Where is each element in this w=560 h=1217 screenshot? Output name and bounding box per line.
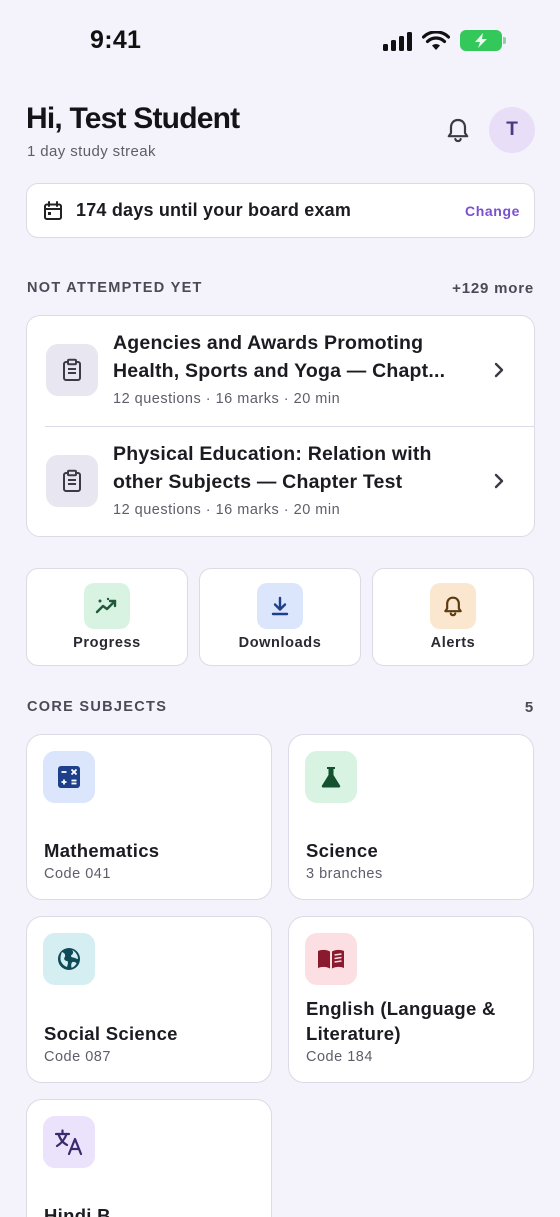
progress-label: Progress <box>73 635 141 651</box>
cellular-signal-icon <box>383 31 412 51</box>
subject-subtitle: 3 branches <box>306 866 383 882</box>
status-icons <box>383 30 506 51</box>
not-attempted-section-title: NOT ATTEMPTED YET <box>27 280 203 296</box>
wifi-icon <box>422 30 450 50</box>
clipboard-icon <box>46 455 98 507</box>
change-exam-date-link[interactable]: Change <box>465 203 520 219</box>
subject-name: Science <box>306 840 379 861</box>
downloads-label: Downloads <box>238 635 322 651</box>
chevron-right-icon <box>494 473 504 489</box>
test-title: Agencies and Awards Promoting Health, Sp… <box>113 332 446 382</box>
subject-card-social-science[interactable]: Social Science Code 087 <box>26 916 272 1083</box>
subject-name: Hindi B <box>44 1205 111 1217</box>
calculator-icon <box>43 751 95 803</box>
subject-subtitle: Code 184 <box>306 1049 373 1065</box>
download-icon <box>257 583 303 629</box>
trending-up-icon <box>84 583 130 629</box>
chevron-right-icon <box>494 362 504 378</box>
subject-subtitle: Code 041 <box>44 866 111 882</box>
core-subjects-count: 5 <box>524 699 534 716</box>
bell-icon <box>447 118 469 143</box>
list-item[interactable]: Agencies and Awards Promoting Health, Sp… <box>27 316 534 426</box>
subject-subtitle: Code 087 <box>44 1049 111 1065</box>
test-meta: 12 questions · 16 marks · 20 min <box>113 391 341 407</box>
downloads-button[interactable]: Downloads <box>199 568 361 666</box>
flask-icon <box>305 751 357 803</box>
not-attempted-list: Agencies and Awards Promoting Health, Sp… <box>26 315 535 537</box>
avatar[interactable]: T <box>489 107 535 153</box>
exam-countdown-card: 174 days until your board exam Change <box>26 183 535 238</box>
core-subjects-section-title: CORE SUBJECTS <box>27 699 168 715</box>
subject-card-english[interactable]: English (Language & Literature) Code 184 <box>288 916 534 1083</box>
subject-card-hindi[interactable]: Hindi B <box>26 1099 272 1217</box>
test-meta: 12 questions · 16 marks · 20 min <box>113 502 341 518</box>
greeting-title: Hi, Test Student <box>26 102 240 135</box>
more-tests-link[interactable]: +129 more <box>452 280 534 297</box>
calendar-icon <box>44 200 62 220</box>
book-icon <box>305 933 357 985</box>
alerts-label: Alerts <box>430 635 476 651</box>
test-title: Physical Education: Relation with other … <box>113 443 432 493</box>
subject-name: English (Language & Literature) <box>306 998 496 1044</box>
notifications-button[interactable] <box>440 112 476 148</box>
bell-icon <box>430 583 476 629</box>
globe-icon <box>43 933 95 985</box>
subject-name: Social Science <box>44 1023 178 1044</box>
subject-name: Mathematics <box>44 840 160 861</box>
translate-icon <box>43 1116 95 1168</box>
status-time: 9:41 <box>90 26 142 54</box>
clipboard-icon <box>46 344 98 396</box>
battery-charging-icon <box>460 30 506 51</box>
status-bar: 9:41 <box>0 0 560 84</box>
subject-card-science[interactable]: Science 3 branches <box>288 734 534 900</box>
list-item[interactable]: Physical Education: Relation with other … <box>27 427 534 536</box>
progress-button[interactable]: Progress <box>26 568 188 666</box>
exam-countdown-text: 174 days until your board exam <box>76 200 352 220</box>
study-streak: 1 day study streak <box>27 143 156 160</box>
subject-card-mathematics[interactable]: Mathematics Code 041 <box>26 734 272 900</box>
alerts-button[interactable]: Alerts <box>372 568 534 666</box>
